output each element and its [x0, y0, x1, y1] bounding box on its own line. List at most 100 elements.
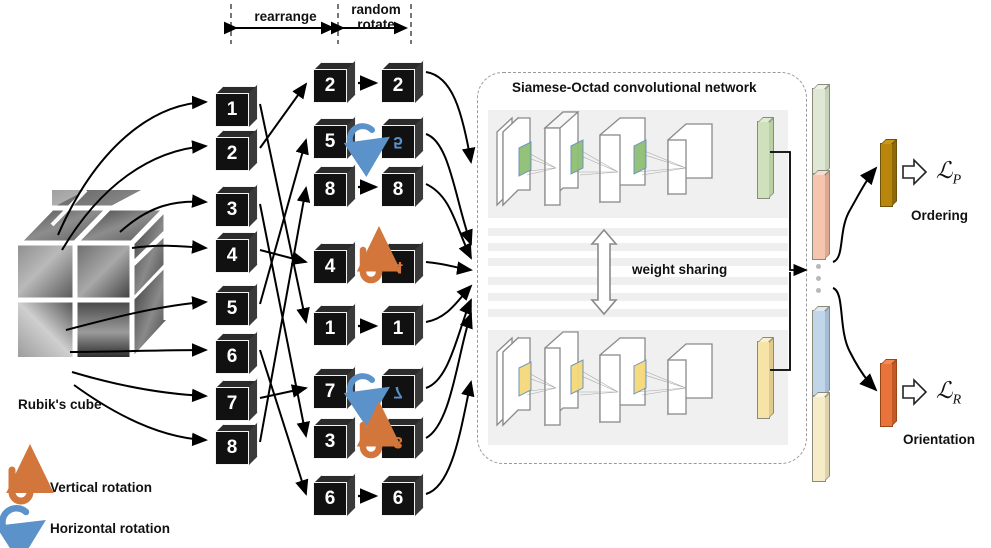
rotated-cube-slot-8: 6	[381, 473, 424, 517]
cube-label: 3	[226, 199, 238, 220]
vector-side-face	[825, 392, 830, 481]
phase-label-random-rotate: random rotate	[351, 2, 401, 32]
ordered-cube-7: 7	[215, 378, 258, 422]
cube-side-face	[347, 116, 356, 159]
cube-side-face	[415, 164, 424, 207]
rearranged-cube-slot-2: 5	[313, 116, 356, 160]
cube-label: 8	[226, 437, 238, 458]
cube-label: 3	[393, 433, 403, 452]
branch-feature-vector-bottom	[757, 337, 774, 419]
cube-side-face	[249, 128, 258, 171]
cube-side-face	[347, 416, 356, 459]
ordering-task-label: Ordering	[911, 208, 969, 223]
cube-side-face	[347, 60, 356, 103]
rotated-cube-slot-7: 3	[381, 416, 424, 460]
ordering-output-bar	[880, 139, 897, 207]
cube-label: 4	[393, 258, 403, 277]
cube-side-face	[415, 473, 424, 516]
cube-side-face	[347, 241, 356, 284]
legend-horizontal-rotation-icon	[0, 505, 46, 548]
legend-label-horizontal: Horizontal rotation	[50, 521, 170, 536]
cube-label: 1	[392, 318, 404, 339]
ordered-cube-4: 4	[215, 230, 258, 274]
vector-side-face	[825, 170, 830, 259]
cube-side-face	[249, 331, 258, 374]
cube-label: 3	[324, 431, 336, 452]
weight-sharing-label: weight sharing	[632, 262, 728, 277]
vector-side-face	[769, 117, 774, 198]
rearranged-cube-slot-3: 8	[313, 164, 356, 208]
vector-side-face	[825, 306, 830, 395]
cube-side-face	[249, 184, 258, 227]
cube-side-face	[347, 164, 356, 207]
ordered-cube-3: 3	[215, 184, 258, 228]
cube-label: 5	[324, 131, 336, 152]
vertical-rotation-icon	[356, 401, 402, 459]
cube-label: 7	[226, 393, 238, 414]
cube-side-face	[415, 416, 424, 459]
rearranged-cube-slot-7: 3	[313, 416, 356, 460]
orientation-loss-symbol: ℒR	[936, 378, 962, 408]
cube-side-face	[415, 60, 424, 103]
ordering-loss-symbol: ℒP	[936, 158, 962, 188]
cube-label: 4	[324, 256, 336, 277]
rotated-cube-slot-4: 4	[381, 241, 424, 285]
rotated-cube-slot-5: 1	[381, 303, 424, 347]
ordered-cube-8: 8	[215, 422, 258, 466]
cube-label: 5	[393, 133, 403, 152]
hidden-branch-bar-4	[488, 277, 788, 285]
legend-vertical-rotation-icon	[6, 444, 54, 505]
rotated-cube-slot-6: 7	[381, 366, 424, 410]
legend-label-vertical: Vertical rotation	[50, 480, 153, 495]
rearranged-cube-slot-5: 1	[313, 303, 356, 347]
cube-side-face	[415, 366, 424, 409]
branch-background-top	[488, 110, 788, 218]
ordered-cube-2: 2	[215, 128, 258, 172]
ordered-cube-5: 5	[215, 283, 258, 327]
cube-label: 6	[226, 346, 238, 367]
cube-side-face	[249, 230, 258, 273]
orientation-loss-subscript: R	[952, 392, 962, 408]
feature-vector-8	[812, 392, 830, 482]
network-title: Siamese-Octad convolutional network	[512, 80, 757, 95]
vector-side-face	[892, 139, 897, 206]
branch-feature-vector-top	[757, 117, 774, 199]
rubiks-cube-caption: Rubik's cube	[18, 397, 102, 412]
ordered-cube-1: 1	[215, 84, 258, 128]
feature-vector-1	[812, 84, 830, 174]
feature-vector-2	[812, 170, 830, 260]
phase-label-rearrange: rearrange	[254, 9, 317, 24]
cube-label: 1	[226, 99, 238, 120]
cube-side-face	[249, 422, 258, 465]
cube-side-face	[415, 116, 424, 159]
cube-side-face	[249, 84, 258, 127]
hidden-branch-bar-5	[488, 293, 788, 301]
rotated-cube-slot-3: 8	[381, 164, 424, 208]
ordered-cube-6: 6	[215, 331, 258, 375]
cube-label: 7	[324, 381, 336, 402]
rearranged-cube-slot-8: 6	[313, 473, 356, 517]
cube-side-face	[249, 283, 258, 326]
rotated-cube-slot-1: 2	[381, 60, 424, 104]
hidden-branch-bar-2	[488, 243, 788, 251]
rearranged-cube-slot-6: 7	[313, 366, 356, 410]
cube-side-face	[347, 366, 356, 409]
rotated-cube-slot-2: 5	[381, 116, 424, 160]
vector-side-face	[892, 359, 897, 426]
feature-vector-7	[812, 306, 830, 396]
cube-label: 2	[324, 75, 336, 96]
vertical-rotation-icon	[356, 226, 402, 284]
orientation-output-bar	[880, 359, 897, 427]
cube-label: 4	[226, 245, 238, 266]
orientation-task-label: Orientation	[903, 432, 976, 447]
cube-label: 8	[392, 179, 404, 200]
cube-side-face	[415, 241, 424, 284]
hidden-branch-bar-1	[488, 228, 788, 236]
vector-ellipsis	[816, 264, 821, 293]
rearranged-cube-slot-4: 4	[313, 241, 356, 285]
cube-side-face	[347, 473, 356, 516]
branch-background-bottom	[488, 330, 788, 445]
cube-side-face	[347, 303, 356, 346]
ordering-loss-subscript: P	[952, 172, 962, 188]
cube-side-face	[415, 303, 424, 346]
